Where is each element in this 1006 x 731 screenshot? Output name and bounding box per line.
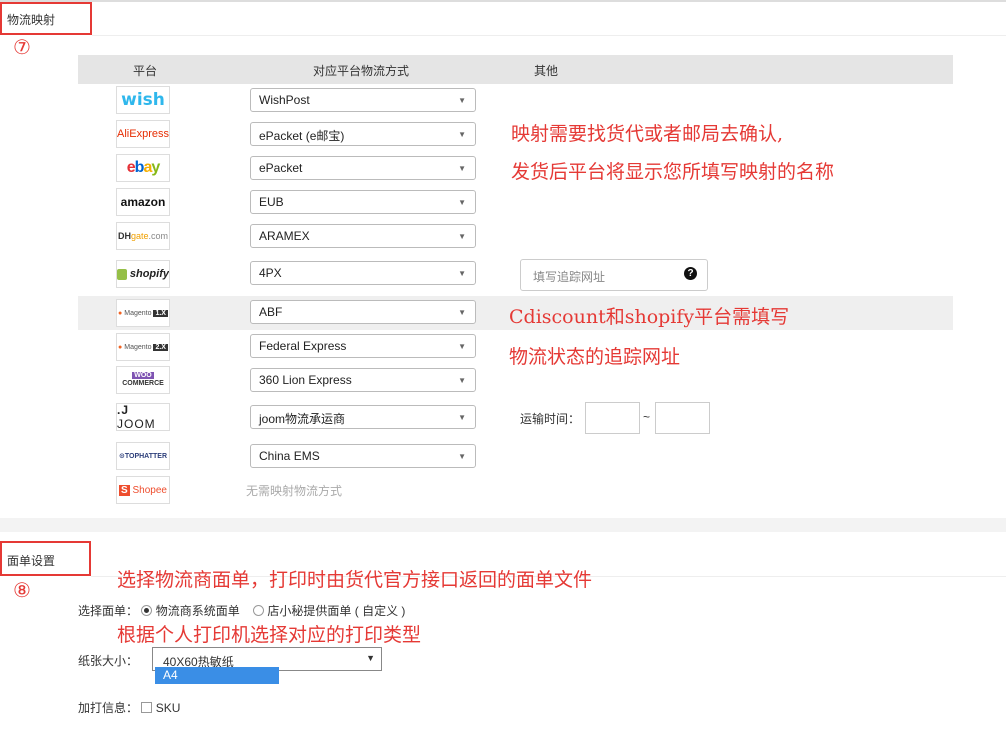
header-platform: 平台 [133,64,158,78]
sku-checkbox[interactable] [141,702,153,713]
amazon-logo-icon: amazon [116,188,170,216]
mapping-select-tophatter[interactable]: China EMS ▼ [250,444,476,468]
paper-size-option-a4[interactable]: A4 [155,667,279,684]
shopee-logo-icon: S Shopee [116,476,170,504]
section-title-mapping: 物流映射 [7,13,56,27]
mapping-select-joom[interactable]: joom物流承运商 ▼ [250,405,476,429]
mapping-select-aliexpress[interactable]: ePacket (e邮宝) ▼ [250,122,476,146]
section-title-label-settings: 面单设置 [7,554,56,568]
sku-checkbox-label: SKU [155,701,181,715]
chevron-down-icon: ▼ [458,342,466,351]
annotation-tracking-1: Cdiscount和shopify平台需填写 [509,306,790,328]
annotation-tracking-2: 物流状态的追踪网址 [509,346,681,368]
step-number-7: ⑦ [13,35,31,59]
transit-max-input[interactable] [655,402,710,434]
table-row: wish WishPost ▼ [78,84,953,118]
no-mapping-text: 无需映射物流方式 [246,484,343,498]
chevron-down-icon: ▼ [458,164,466,173]
table-row: DHgate.com ARAMEX ▼ [78,220,953,254]
tracking-url-input[interactable]: 填写追踪网址 ? [520,259,708,291]
chevron-down-icon: ▼ [458,269,466,278]
chevron-down-icon: ▼ [458,198,466,207]
header-other: 其他 [534,64,559,78]
extra-info-label: 加打信息： [78,701,139,715]
chevron-down-icon: ▼ [458,376,466,385]
mapping-select-magento2[interactable]: Federal Express ▼ [250,334,476,358]
tracking-url-placeholder: 填写追踪网址 [533,270,606,284]
chevron-down-icon: ▼ [458,308,466,317]
table-row: shopify 4PX ▼ [78,254,953,296]
transit-separator: ~ [643,410,651,424]
top-border [0,0,1006,2]
table-row: WOO COMMERCE 360 Lion Express ▼ [78,364,953,398]
extra-info-row: 加打信息： SKU [78,699,180,716]
magento2-logo-icon: ● Magento 2.X [116,333,170,361]
table-row: S Shopee 无需映射物流方式 [78,474,953,508]
radio-carrier-label-text: 物流商系统面单 [155,604,240,618]
radio-custom-label-text: 店小秘提供面单 ( 自定义 ) [267,604,406,618]
label-select-row: 选择面单： 物流商系统面单 店小秘提供面单 ( 自定义 ) [78,602,405,619]
radio-custom-label[interactable] [253,605,265,616]
chevron-down-icon: ▼ [458,232,466,241]
table-row: ⊙TOPHATTER China EMS ▼ [78,440,953,474]
section-gap [0,518,1006,532]
table-header: 平台 对应平台物流方式 其他 [78,55,953,84]
transit-min-input[interactable] [585,402,640,434]
mapping-select-ebay[interactable]: ePacket ▼ [250,156,476,180]
help-icon[interactable]: ? [684,267,697,280]
step-number-8: ⑧ [13,578,31,602]
chevron-down-icon: ▼ [366,653,375,663]
ebay-logo-icon: ebay [116,154,170,182]
wish-logo-icon: wish [116,86,170,114]
dhgate-logo-icon: DHgate.com [116,222,170,250]
radio-carrier-label[interactable] [141,605,153,616]
annotation-mapping-1: 映射需要找货代或者邮局去确认, [511,123,784,145]
chevron-down-icon: ▼ [458,96,466,105]
mapping-select-amazon[interactable]: EUB ▼ [250,190,476,214]
woocommerce-logo-icon: WOO COMMERCE [116,366,170,394]
table-row: amazon EUB ▼ [78,186,953,220]
magento1-logo-icon: ● Magento 1.X [116,299,170,327]
header-method: 对应平台物流方式 [313,64,410,78]
chevron-down-icon: ▼ [458,130,466,139]
paper-size-label: 纸张大小： [78,654,139,668]
joom-logo-icon: .J JOOM [116,403,170,431]
annotation-label-select: 选择物流商面单，打印时由货代官方接口返回的面单文件 [117,569,593,591]
shopify-logo-icon: shopify [116,260,170,288]
table-row: .J JOOM joom物流承运商 ▼ [78,400,953,436]
transit-time-label: 运输时间： [520,412,581,426]
annotation-printer: 根据个人打印机选择对应的打印类型 [117,624,422,646]
mapping-select-woocommerce[interactable]: 360 Lion Express ▼ [250,368,476,392]
mapping-select-wish[interactable]: WishPost ▼ [250,88,476,112]
mapping-select-magento1[interactable]: ABF ▼ [250,300,476,324]
chevron-down-icon: ▼ [458,413,466,422]
annotation-mapping-2: 发货后平台将显示您所填写映射的名称 [511,161,835,183]
mapping-select-shopify[interactable]: 4PX ▼ [250,261,476,285]
aliexpress-logo-icon: AliExpress [116,120,170,148]
tophatter-logo-icon: ⊙TOPHATTER [116,442,170,470]
mapping-select-dhgate[interactable]: ARAMEX ▼ [250,224,476,248]
label-select-label: 选择面单： [78,604,139,618]
page: 物流映射 ⑦ 平台 对应平台物流方式 其他 wish WishPost ▼ Ali… [0,0,1006,731]
divider [92,35,1006,36]
chevron-down-icon: ▼ [458,452,466,461]
